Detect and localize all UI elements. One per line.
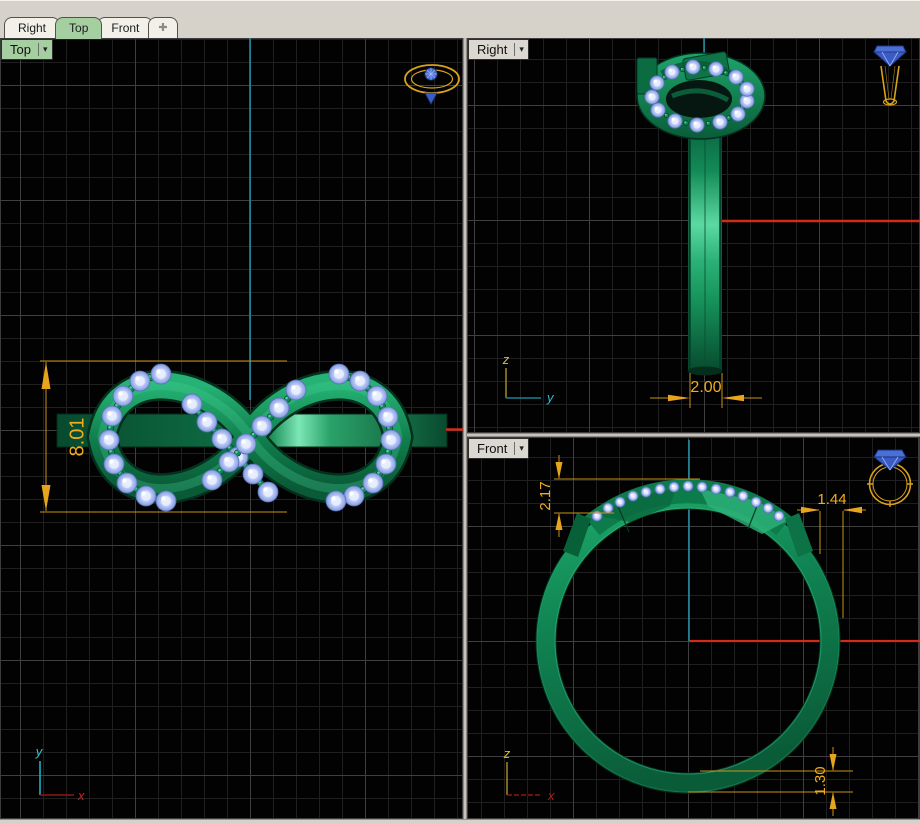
chevron-down-icon: ▾ [519,45,524,54]
dimension-value: 2.17 [537,481,554,510]
axis-indicator: y x [35,744,85,803]
ring-shank-right-view[interactable] [688,126,723,376]
tab-front[interactable]: Front [97,17,153,39]
viewport-right[interactable]: Right ▾ [467,38,920,433]
axis-x-label: x [547,788,555,803]
axis-indicator: z y [502,352,555,405]
dimension-value: 8.01 [66,418,88,457]
window-bottom-edge [0,819,920,824]
ring-orientation-icon [874,46,906,105]
ring-orientation-icon [405,65,459,104]
viewport-front-title: Front [477,441,507,456]
viewport-top-title: Top [10,42,31,57]
new-viewport-tab[interactable]: ✚ [148,17,177,39]
dimension-value: 1.44 [817,491,846,508]
viewport-right-canvas[interactable]: 2.00 z y [467,38,920,433]
axis-z-label: z [503,746,511,761]
chevron-down-icon: ▾ [43,45,48,54]
axis-x-label: x [77,788,85,803]
tab-right[interactable]: Right [4,17,60,39]
viewport-top-canvas[interactable]: 8.01 y x [0,38,463,819]
label-separator [514,442,515,455]
dimension-value: 2.00 [690,379,721,396]
viewport-right-title: Right [477,42,507,57]
axis-y-label: y [546,390,555,405]
viewport-front[interactable]: Front ▾ [467,437,920,819]
label-separator [514,43,515,56]
viewport-top-label[interactable]: Top ▾ [1,39,53,60]
viewport-tab-bar: Right Top Front ✚ [0,0,920,39]
axis-indicator: z x [503,746,555,803]
ring-orientation-icon [867,450,913,507]
dimension-2-00[interactable]: 2.00 [650,373,762,408]
chevron-down-icon: ▾ [519,444,524,453]
viewport-front-canvas[interactable]: 2.17 1.44 1.30 [467,437,920,819]
axis-z-label: z [502,352,510,367]
viewport-top[interactable]: Top ▾ [0,38,463,819]
ring-front-view[interactable] [536,481,840,793]
viewport-right-label[interactable]: Right ▾ [468,39,529,60]
dimension-value: 1.30 [812,766,829,795]
cad-window: Right Top Front ✚ Top ▾ [0,0,920,824]
plus-icon: ✚ [158,22,167,34]
viewport-front-label[interactable]: Front ▾ [468,438,529,459]
axis-y-label: y [35,744,44,759]
ring-head-right-view[interactable] [637,51,765,139]
label-separator [38,43,39,56]
tab-top[interactable]: Top [55,17,102,39]
